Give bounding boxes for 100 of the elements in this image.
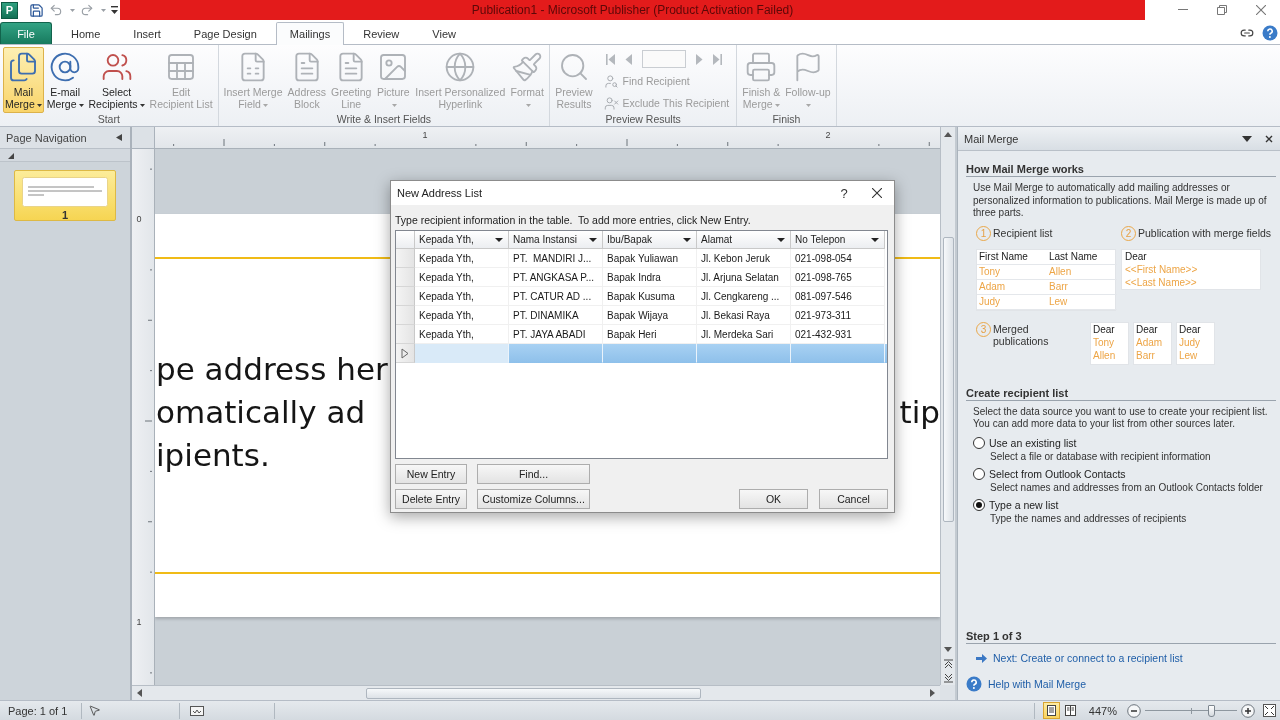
zoom-in-icon[interactable] (1241, 703, 1255, 718)
dropdown-arrow-icon[interactable] (495, 237, 503, 242)
ribbon-tab[interactable]: Review (349, 22, 414, 44)
ruler-number: 1 (422, 130, 428, 140)
save-icon[interactable] (29, 2, 44, 18)
instruction-text: Type recipient information in the table. To add more entries, click New Entry. (395, 214, 752, 226)
scroll-up-icon[interactable] (944, 131, 952, 139)
dialog-button[interactable]: Customize Columns... (477, 489, 590, 509)
table-row[interactable]: Kepada Yth, PT. MANDIRI J... Bapak Yuliawan Jl. Kebon Jeruk 021-098-054 (396, 249, 887, 268)
next-page-icon[interactable] (943, 674, 953, 683)
undo-icon[interactable] (49, 3, 63, 17)
column-header[interactable]: Alamat (697, 231, 791, 249)
table-cell: Barr (1047, 279, 1117, 295)
preview-text: Dear (1179, 322, 1202, 336)
previous-page-icon[interactable] (943, 659, 953, 668)
collapse-arrow-icon[interactable] (116, 134, 122, 141)
ribbon-button[interactable]: Mail Merge (3, 47, 44, 113)
option-description: Select names and addresses from an Outlook Contacts folder (990, 481, 1264, 493)
fit-to-window-icon[interactable] (1263, 704, 1276, 717)
window-title: Publication1 - Microsoft Publisher (Product Activation Failed) (471, 3, 794, 17)
radio-button[interactable] (973, 467, 985, 480)
scroll-down-icon[interactable] (944, 645, 952, 653)
scroll-thumb[interactable] (942, 237, 954, 522)
ribbon-tab[interactable]: View (418, 22, 470, 44)
slider-thumb[interactable] (1208, 704, 1216, 717)
skip-start-icon[interactable] (605, 53, 615, 65)
table-row[interactable]: Kepada Yth, PT. DINAMIKA Bapak Wijaya Jl. Bekasi Raya 021-973-311 (396, 306, 887, 325)
dialog-button[interactable]: Cancel (819, 489, 888, 509)
close-icon[interactable] (1264, 134, 1274, 143)
table-row[interactable]: Kepada Yth, PT. ANGKASA P... Bapak Indra Jl. Arjuna Selatan 021-098-765 (396, 268, 887, 287)
pane-title: Mail Merge (964, 132, 1020, 145)
dialog-button[interactable]: OK (739, 489, 808, 509)
group-label: Finish (772, 113, 801, 126)
table-row[interactable]: Kepada Yth, PT. CATUR AD ... Bapak Kusuma Jl. Cengkareng ... 081-097-546 (396, 287, 887, 306)
page-text: pe address her (156, 349, 388, 389)
globe-icon (444, 51, 477, 83)
page-text: tip (899, 392, 940, 432)
option-label: Type a new list (989, 498, 1059, 511)
radio-button[interactable] (973, 436, 985, 449)
ribbon-tab[interactable]: Insert (119, 22, 175, 44)
table-cell: Tony (977, 264, 1047, 280)
table-cell: First Name (977, 249, 1047, 265)
preview-text: Tony (1093, 335, 1116, 349)
redo-icon[interactable] (80, 3, 94, 17)
column-header[interactable]: Nama Instansi (509, 231, 603, 249)
restore-icon[interactable] (1216, 5, 1227, 15)
caret-icon (101, 8, 106, 12)
dialog-button[interactable]: New Entry (395, 464, 467, 484)
scroll-left-icon[interactable] (136, 689, 144, 697)
dropdown-triangle-icon[interactable] (1242, 134, 1252, 143)
help-icon[interactable] (1262, 25, 1278, 41)
dropdown-arrow-icon[interactable] (777, 237, 785, 242)
dropdown-arrow-icon[interactable] (683, 237, 691, 242)
paragraph: Select the data source you want to use to create your recipient list. You can add more data to your list from other sources later. (973, 405, 1269, 431)
help-link[interactable]: Help with Mail Merge (988, 678, 1087, 690)
ribbon-tab[interactable]: Home (57, 22, 115, 44)
dialog-button[interactable]: Find... (477, 464, 590, 484)
close-icon[interactable] (872, 188, 882, 198)
group-label: Preview Results (605, 113, 681, 126)
table-cell: Lew (1047, 294, 1117, 310)
link-icon[interactable] (1240, 26, 1254, 40)
app-logo[interactable]: P (1, 1, 18, 19)
page-preview-icon (22, 177, 108, 207)
column-header[interactable]: No Telepon (791, 231, 885, 249)
preview-text: Barr (1136, 348, 1156, 362)
file-tab[interactable]: File (0, 22, 52, 44)
single-page-view-button[interactable] (1042, 702, 1060, 719)
preview-text: Dear (1093, 322, 1116, 336)
radio-button[interactable] (973, 498, 985, 511)
next-step-link[interactable]: Next: Create or connect to a recipient list (993, 652, 1183, 664)
step-label: Recipient list (993, 225, 1053, 239)
preview-text: <<First Name>> (1125, 262, 1199, 276)
row-header[interactable] (396, 344, 415, 363)
dropdown-arrow-icon[interactable] (589, 237, 597, 242)
scroll-right-icon[interactable] (928, 689, 936, 697)
minimize-icon[interactable] (1177, 9, 1188, 11)
ribbon-button[interactable]: Select Recipients (86, 47, 147, 113)
option-description: Type the names and addresses of recipients (990, 512, 1188, 524)
customize-caret-icon[interactable] (111, 5, 118, 15)
section-heading: Step 1 of 3 (966, 630, 1276, 644)
help-button[interactable]: ? (832, 182, 856, 204)
zoom-out-icon[interactable] (1127, 703, 1141, 718)
table-row[interactable]: Kepada Yth, PT. JAYA ABADI Bapak Heri Jl. Merdeka Sari 021-432-931 (396, 325, 887, 344)
page-thumbnail[interactable]: 1 (14, 170, 116, 221)
ribbon-tab[interactable]: Page Design (179, 22, 271, 44)
ribbon-button[interactable]: E-mail Merge (44, 47, 86, 113)
scroll-thumb[interactable] (366, 687, 701, 699)
column-header[interactable]: Ibu/Bapak (603, 231, 697, 249)
dialog-button[interactable]: Delete Entry (395, 489, 467, 509)
column-header[interactable]: Kepada Yth, (415, 231, 509, 249)
corner-triangle-icon[interactable] (8, 151, 14, 159)
table-cell: Allen (1047, 264, 1117, 280)
row-pointer-icon (401, 347, 409, 359)
ribbon-tab[interactable]: Mailings (275, 22, 345, 45)
dropdown-arrow-icon[interactable] (871, 237, 879, 242)
section-heading: Create recipient list (966, 386, 1276, 401)
help-icon[interactable] (966, 676, 982, 692)
table-cell: Adam (977, 279, 1047, 295)
option-label: Use an existing list (989, 436, 1077, 449)
zoom-slider[interactable] (1145, 703, 1237, 718)
